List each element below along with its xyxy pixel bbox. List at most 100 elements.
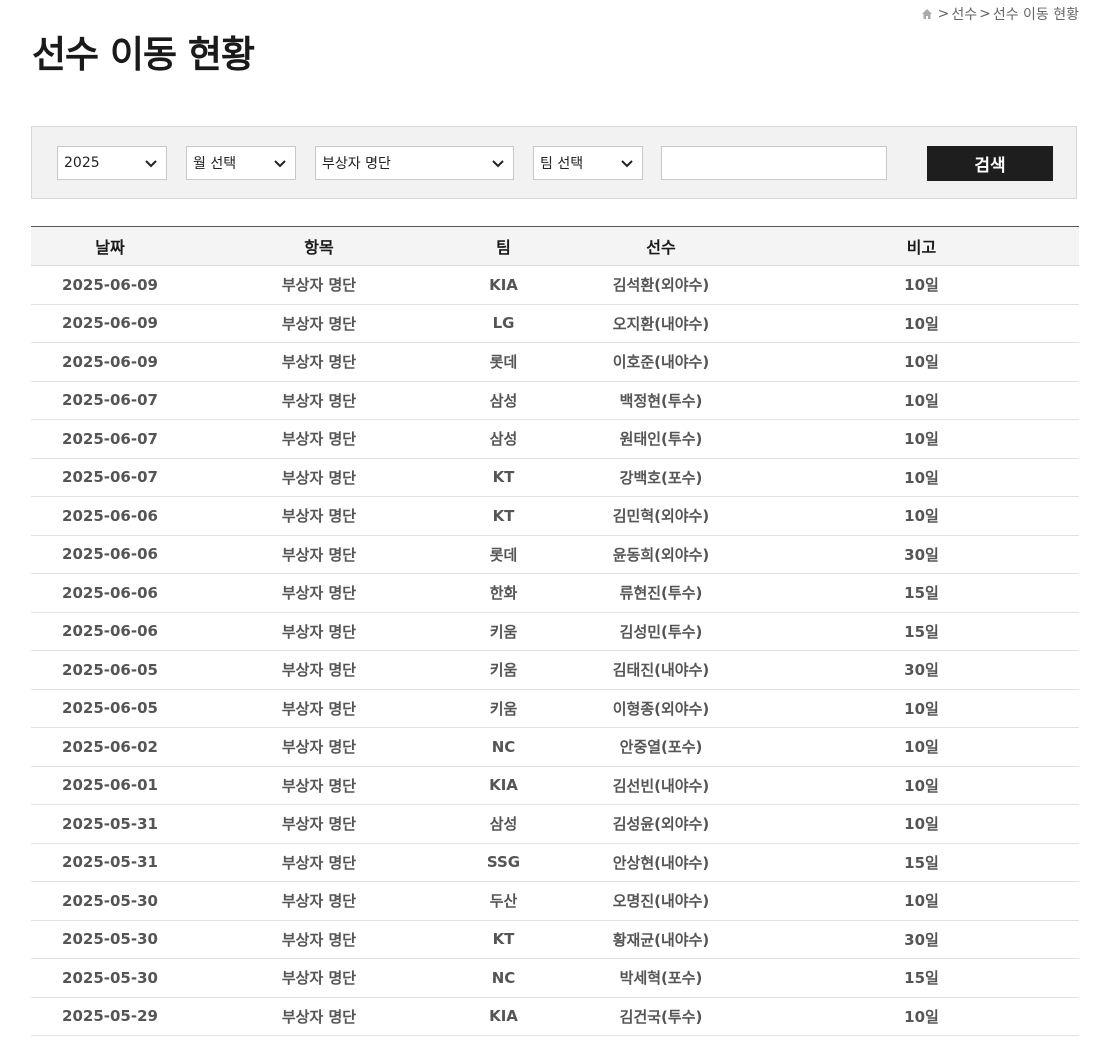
table-row: 2025-05-31 부상자 명단 삼성 김성윤(외야수) 10일: [31, 805, 1079, 844]
cell-item: 부상자 명단: [281, 738, 357, 757]
cell-player: 강백호(포수): [619, 468, 703, 487]
team-select[interactable]: 팀 선택: [533, 146, 643, 180]
table-header-row: 날짜 항목 팀 선수 비고: [31, 227, 1079, 266]
cell-note: 30일: [904, 661, 939, 680]
team-select-value: 팀 선택: [540, 156, 584, 172]
cell-team: NC: [491, 737, 516, 756]
player-movement-table: 날짜 항목 팀 선수 비고 2025-06-09 부상자 명단 KIA 김석환(외야수…: [31, 226, 1079, 1036]
cell-date: 2025-05-31: [62, 853, 158, 872]
cell-team: KIA: [489, 776, 518, 795]
cell-team: NC: [491, 968, 516, 987]
cell-date: 2025-06-06: [62, 583, 158, 602]
cell-item: 부상자 명단: [281, 468, 357, 487]
cell-note: 10일: [904, 699, 939, 718]
header-item: 항목: [304, 238, 334, 257]
keyword-input[interactable]: [661, 146, 887, 180]
cell-date: 2025-06-06: [62, 622, 158, 641]
table-row: 2025-06-06 부상자 명단 한화 류현진(투수) 15일: [31, 574, 1079, 613]
cell-player: 류현진(투수): [619, 584, 703, 603]
cell-player: 백정현(투수): [619, 391, 703, 410]
cell-team: 롯데: [489, 545, 518, 564]
cell-note: 10일: [904, 430, 939, 449]
page-title: 선수 이동 현황: [32, 33, 255, 76]
year-select[interactable]: 2025: [57, 146, 167, 180]
cell-date: 2025-05-31: [62, 814, 158, 833]
table-row: 2025-05-31 부상자 명단 SSG 안상현(내야수) 15일: [31, 844, 1079, 882]
cell-item: 부상자 명단: [281, 507, 357, 526]
cell-player: 이형종(외야수): [612, 699, 710, 718]
cell-player: 김성민(투수): [619, 622, 703, 641]
table-row: 2025-05-30 부상자 명단 KT 황재균(내야수) 30일: [31, 921, 1079, 959]
table-row: 2025-06-05 부상자 명단 키움 이형종(외야수) 10일: [31, 690, 1079, 728]
header-team: 팀: [496, 238, 511, 257]
table-row: 2025-06-07 부상자 명단 KT 강백호(포수) 10일: [31, 459, 1079, 497]
cell-note: 10일: [904, 353, 939, 372]
cell-note: 10일: [904, 776, 939, 795]
cell-note: 10일: [904, 815, 939, 834]
breadcrumb-link-player[interactable]: 선수: [951, 4, 977, 24]
chevron-down-icon: [621, 160, 633, 168]
table-row: 2025-06-07 부상자 명단 삼성 백정현(투수) 10일: [31, 382, 1079, 420]
chevron-down-icon: [145, 160, 157, 168]
category-select[interactable]: 부상자 명단: [315, 146, 514, 180]
header-date: 날짜: [95, 238, 125, 257]
cell-note: 10일: [904, 276, 939, 295]
cell-team: 삼성: [489, 815, 518, 834]
cell-date: 2025-06-07: [62, 391, 158, 410]
cell-item: 부상자 명단: [281, 314, 357, 333]
cell-team: LG: [492, 314, 515, 333]
cell-date: 2025-05-30: [62, 930, 158, 949]
table-row: 2025-06-05 부상자 명단 키움 김태진(내야수) 30일: [31, 651, 1079, 690]
header-player: 선수: [646, 238, 676, 257]
cell-date: 2025-05-29: [62, 1007, 158, 1026]
cell-item: 부상자 명단: [281, 1007, 357, 1026]
home-icon[interactable]: [921, 8, 933, 20]
cell-item: 부상자 명단: [281, 776, 357, 795]
cell-item: 부상자 명단: [281, 622, 357, 641]
year-select-value: 2025: [64, 155, 100, 171]
cell-date: 2025-06-09: [62, 275, 158, 294]
table-body: 2025-06-09 부상자 명단 KIA 김석환(외야수) 10일 2025-06-09…: [31, 266, 1079, 1036]
cell-player: 윤동희(외야수): [612, 545, 710, 564]
cell-note: 15일: [904, 969, 939, 988]
cell-date: 2025-06-07: [62, 429, 158, 448]
cell-date: 2025-06-02: [62, 737, 158, 756]
table-row: 2025-05-30 부상자 명단 NC 박세혁(포수) 15일: [31, 959, 1079, 998]
table-row: 2025-05-29 부상자 명단 KIA 김건국(투수) 10일: [31, 998, 1079, 1036]
cell-team: KT: [492, 468, 515, 487]
cell-note: 10일: [904, 738, 939, 757]
category-select-value: 부상자 명단: [322, 156, 391, 172]
table-row: 2025-06-02 부상자 명단 NC 안중열(포수) 10일: [31, 728, 1079, 767]
cell-note: 15일: [904, 622, 939, 641]
cell-item: 부상자 명단: [281, 930, 357, 949]
cell-player: 오명진(내야수): [612, 892, 710, 911]
breadcrumb: > 선수 > 선수 이동 현황: [921, 4, 1079, 24]
chevron-down-icon: [274, 160, 286, 168]
table-row: 2025-06-06 부상자 명단 키움 김성민(투수) 15일: [31, 613, 1079, 651]
cell-date: 2025-06-06: [62, 545, 158, 564]
cell-note: 30일: [904, 930, 939, 949]
table-row: 2025-06-09 부상자 명단 LG 오지환(내야수) 10일: [31, 305, 1079, 343]
search-button[interactable]: 검색: [927, 146, 1053, 181]
cell-note: 10일: [904, 391, 939, 410]
month-select[interactable]: 월 선택: [186, 146, 296, 180]
cell-date: 2025-06-05: [62, 660, 158, 679]
cell-note: 10일: [904, 1007, 939, 1026]
cell-date: 2025-06-09: [62, 314, 158, 333]
cell-item: 부상자 명단: [281, 545, 357, 564]
cell-team: KIA: [489, 1007, 518, 1026]
cell-player: 원태인(투수): [619, 430, 703, 449]
cell-item: 부상자 명단: [281, 853, 357, 872]
cell-note: 10일: [904, 314, 939, 333]
cell-date: 2025-06-07: [62, 468, 158, 487]
cell-item: 부상자 명단: [281, 969, 357, 988]
cell-team: 롯데: [489, 353, 518, 372]
cell-date: 2025-06-06: [62, 506, 158, 525]
cell-player: 김건국(투수): [619, 1007, 703, 1026]
cell-item: 부상자 명단: [281, 661, 357, 680]
cell-player: 이호준(내야수): [612, 353, 710, 372]
cell-player: 김선빈(내야수): [612, 776, 710, 795]
cell-team: 키움: [489, 699, 518, 718]
breadcrumb-current: 선수 이동 현황: [992, 7, 1079, 23]
cell-player: 김태진(내야수): [612, 661, 710, 680]
